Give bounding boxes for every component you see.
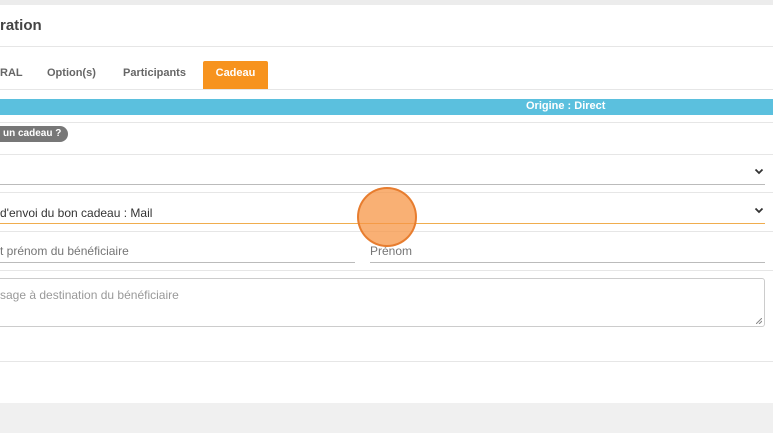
chevron-down-icon bbox=[754, 207, 764, 214]
divider bbox=[0, 270, 773, 271]
divider bbox=[0, 89, 773, 90]
gift-question-badge[interactable]: un cadeau ? bbox=[0, 126, 69, 142]
origin-bar: Origine : Direct bbox=[0, 99, 773, 115]
resize-grip-icon[interactable] bbox=[756, 318, 762, 324]
tab-bar: RAL Option(s) Participants Cadeau bbox=[0, 61, 773, 89]
first-select[interactable] bbox=[0, 162, 765, 185]
beneficiary-firstname-input[interactable] bbox=[370, 240, 765, 263]
gift-send-mode-value: d'envoi du bon cadeau : Mail bbox=[0, 206, 153, 220]
chevron-down-icon bbox=[754, 168, 764, 175]
tab-participants[interactable]: Participants bbox=[123, 61, 195, 89]
beneficiary-message-textarea[interactable]: sage à destination du bénéficiaire bbox=[0, 278, 765, 327]
divider bbox=[0, 46, 773, 47]
panel-title: ration bbox=[0, 17, 42, 34]
divider bbox=[0, 154, 773, 155]
message-placeholder: sage à destination du bénéficiaire bbox=[0, 288, 179, 302]
click-indicator bbox=[357, 187, 417, 247]
tab-options[interactable]: Option(s) bbox=[47, 61, 107, 89]
tab-general[interactable]: RAL bbox=[0, 61, 30, 89]
origin-text: Origine : Direct bbox=[526, 100, 606, 112]
divider bbox=[0, 361, 773, 362]
tab-gift[interactable]: Cadeau bbox=[203, 61, 268, 89]
beneficiary-name-input[interactable] bbox=[0, 240, 355, 263]
divider bbox=[0, 122, 773, 123]
